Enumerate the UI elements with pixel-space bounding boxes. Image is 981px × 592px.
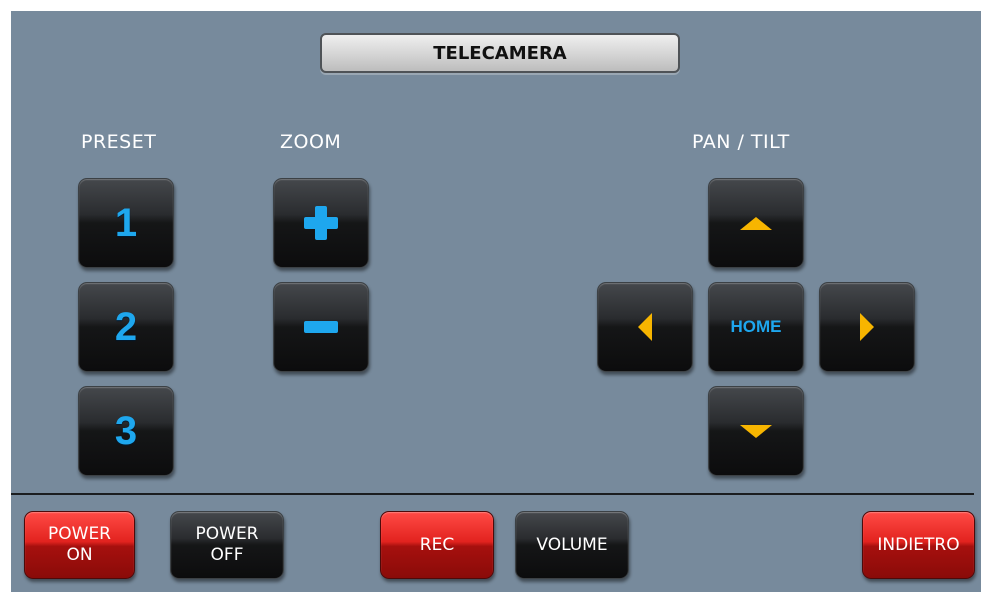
camera-control-panel: TELECAMERA PRESET ZOOM PAN / TILT 1 2 3 …: [11, 11, 981, 592]
divider: [11, 493, 974, 495]
back-label: INDIETRO: [877, 534, 960, 555]
arrow-left-icon: [638, 313, 652, 341]
zoom-section-label: ZOOM: [280, 131, 342, 153]
preset-1-label: 1: [114, 200, 138, 245]
page-title: TELECAMERA: [320, 33, 680, 73]
preset-section-label: PRESET: [81, 131, 157, 153]
preset-1-button[interactable]: 1: [78, 178, 174, 268]
tilt-down-button[interactable]: [708, 386, 804, 476]
pan-left-button[interactable]: [597, 282, 693, 372]
minus-icon: [304, 321, 338, 333]
zoom-out-button[interactable]: [273, 282, 369, 372]
preset-2-label: 2: [114, 304, 138, 349]
home-button[interactable]: HOME: [708, 282, 804, 372]
volume-button[interactable]: VOLUME: [515, 511, 629, 579]
home-label: HOME: [730, 317, 782, 336]
power-off-button[interactable]: POWER OFF: [170, 511, 284, 579]
power-off-label-line2: OFF: [210, 545, 244, 565]
plus-icon: [304, 206, 338, 240]
rec-button[interactable]: REC: [380, 511, 494, 579]
arrow-up-icon: [740, 216, 772, 230]
zoom-in-button[interactable]: [273, 178, 369, 268]
arrow-right-icon: [860, 313, 874, 341]
preset-3-button[interactable]: 3: [78, 386, 174, 476]
rec-label: REC: [419, 534, 455, 555]
page-title-text: TELECAMERA: [433, 42, 567, 64]
power-on-label-line2: ON: [66, 545, 93, 565]
power-on-label-line1: POWER: [48, 524, 111, 544]
arrow-down-icon: [740, 424, 772, 438]
pan-tilt-section-label: PAN / TILT: [692, 131, 790, 153]
back-button[interactable]: INDIETRO: [862, 511, 975, 579]
power-off-label-line1: POWER: [195, 524, 259, 544]
power-on-button[interactable]: POWER ON: [24, 511, 135, 579]
pan-right-button[interactable]: [819, 282, 915, 372]
volume-label: VOLUME: [536, 534, 608, 555]
tilt-up-button[interactable]: [708, 178, 804, 268]
preset-3-label: 3: [114, 408, 138, 453]
preset-2-button[interactable]: 2: [78, 282, 174, 372]
